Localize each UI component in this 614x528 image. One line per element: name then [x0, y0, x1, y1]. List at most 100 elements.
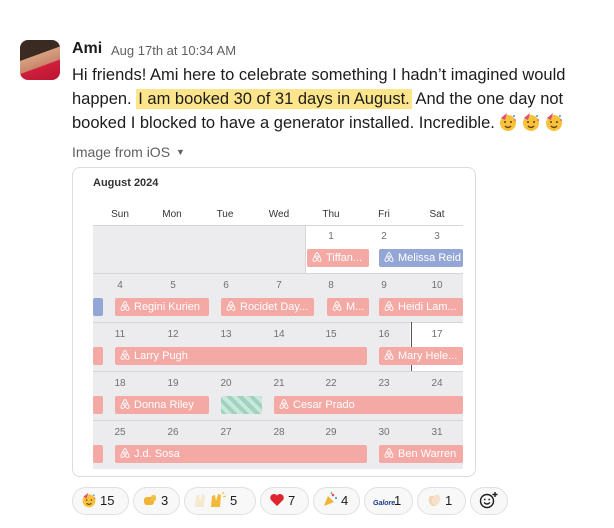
- reaction-red-heart[interactable]: 7: [260, 487, 309, 515]
- airbnb-icon: [383, 300, 395, 312]
- booking-bar[interactable]: [93, 298, 103, 316]
- date-number: 13: [220, 329, 232, 340]
- booking-bar[interactable]: Larry Pugh: [115, 347, 367, 365]
- add-reaction-icon: [479, 492, 498, 509]
- other-booking-icon: [383, 251, 395, 263]
- date-number: 21: [273, 378, 285, 389]
- galore-badge-icon: Galore: [373, 500, 396, 507]
- booking-bar[interactable]: Cesar Prado: [274, 396, 463, 414]
- booking-bar[interactable]: [93, 347, 103, 365]
- booking-bar[interactable]: Melissa Reid: [379, 249, 463, 267]
- date-number: 18: [114, 378, 126, 389]
- calendar-empty-cells: [93, 225, 305, 273]
- date-number: 11: [114, 329, 126, 340]
- airbnb-icon: [383, 349, 395, 361]
- guest-name: Donna Riley: [134, 399, 194, 411]
- blocked-day[interactable]: [221, 396, 262, 414]
- party-face-icon: [498, 112, 518, 132]
- booking-bar[interactable]: Regini Kurien: [115, 298, 209, 316]
- message-text: Hi friends! Ami here to celebrate someth…: [72, 63, 602, 135]
- reaction-party-face[interactable]: 15: [72, 487, 129, 515]
- grid-line: [93, 420, 463, 421]
- date-number: 5: [170, 280, 176, 291]
- date-number: 28: [273, 427, 285, 438]
- reaction-raised-hands[interactable]: 5: [184, 487, 256, 515]
- highlighted-text: I am booked 30 of 31 days in August.: [136, 89, 412, 109]
- dayname-sat: Sat: [429, 209, 445, 220]
- dayname-tue: Tue: [216, 209, 234, 220]
- booking-bar[interactable]: Ben Warren: [379, 445, 463, 463]
- date-number: 26: [167, 427, 179, 438]
- dayname-fri: Fri: [378, 209, 390, 220]
- guest-name: J.d. Sosa: [134, 448, 180, 460]
- image-source-label: Image from iOS: [72, 144, 171, 160]
- reaction-party-popper[interactable]: 4: [313, 487, 360, 515]
- add-reaction-button[interactable]: [470, 487, 508, 515]
- booking-bar[interactable]: Mary Hele...: [379, 347, 463, 365]
- date-number: 27: [220, 427, 232, 438]
- reaction-clapping-hands[interactable]: 1: [417, 487, 466, 515]
- dayname-wed: Wed: [268, 209, 290, 220]
- caret-down-icon: ▼: [176, 147, 185, 157]
- date-number: 3: [434, 231, 440, 242]
- author-name[interactable]: Ami: [72, 40, 102, 58]
- airbnb-icon: [225, 300, 237, 312]
- booking-bar[interactable]: Tiffan...: [307, 249, 369, 267]
- booking-bar[interactable]: [93, 396, 103, 414]
- date-number: 23: [378, 378, 390, 389]
- party-face-icon: [521, 112, 541, 132]
- guest-name: Mary Hele...: [398, 350, 458, 362]
- grid-line: [93, 273, 463, 274]
- airbnb-icon: [119, 398, 131, 410]
- grid-line: [93, 322, 463, 323]
- reaction-fist-bump[interactable]: 3: [133, 487, 180, 515]
- date-number: 1: [328, 231, 334, 242]
- image-source-toggle[interactable]: Image from iOS ▼: [72, 144, 185, 160]
- date-number: 31: [431, 427, 443, 438]
- party-face-icon: [544, 112, 564, 132]
- airbnb-icon: [119, 300, 131, 312]
- booking-bar[interactable]: Rocidet Day...: [221, 298, 314, 316]
- date-number: 16: [378, 329, 390, 340]
- airbnb-icon: [383, 447, 395, 459]
- date-number: 30: [378, 427, 390, 438]
- guest-name: Rocidet Day...: [240, 301, 309, 313]
- date-number: 15: [325, 329, 337, 340]
- guest-name: Larry Pugh: [134, 350, 188, 362]
- date-number: 8: [328, 280, 334, 291]
- guest-name: M...: [346, 301, 365, 313]
- party-face-icon: [81, 492, 97, 508]
- date-number: 12: [167, 329, 179, 340]
- calendar-image[interactable]: August 2024 Sun Mon Tue Wed Thu Fri Sat …: [72, 167, 476, 477]
- grid-line: [93, 371, 463, 372]
- airbnb-icon: [278, 398, 290, 410]
- grid-line: [305, 225, 306, 273]
- reaction-count: 3: [161, 493, 169, 508]
- guest-name: Tiffan...: [326, 252, 363, 264]
- date-number: 20: [220, 378, 232, 389]
- date-number: 24: [431, 378, 443, 389]
- airbnb-icon: [331, 300, 343, 312]
- fist-bump-icon: [144, 495, 156, 505]
- grid-line: [93, 225, 463, 226]
- guest-name: Ben Warren: [398, 448, 457, 460]
- date-number: 7: [276, 280, 282, 291]
- booking-bar[interactable]: Donna Riley: [115, 396, 209, 414]
- timestamp[interactable]: Aug 17th at 10:34 AM: [111, 43, 236, 58]
- booking-bar[interactable]: M...: [327, 298, 369, 316]
- booking-bar[interactable]: J.d. Sosa: [115, 445, 367, 463]
- booking-bar[interactable]: [93, 445, 103, 463]
- reaction-galore[interactable]: Galore1: [364, 487, 413, 515]
- dayname-thu: Thu: [322, 209, 340, 220]
- airbnb-icon: [119, 349, 131, 361]
- clapping-hands-icon: [428, 494, 441, 507]
- calendar-month-title: August 2024: [93, 177, 159, 189]
- date-number: 14: [273, 329, 285, 340]
- avatar[interactable]: [20, 40, 60, 80]
- date-number: 2: [381, 231, 387, 242]
- guest-name: Regini Kurien: [134, 301, 201, 313]
- airbnb-icon: [311, 251, 323, 263]
- booking-bar[interactable]: Heidi Lam...: [379, 298, 463, 316]
- reaction-count: 1: [394, 493, 402, 508]
- date-number: 9: [381, 280, 387, 291]
